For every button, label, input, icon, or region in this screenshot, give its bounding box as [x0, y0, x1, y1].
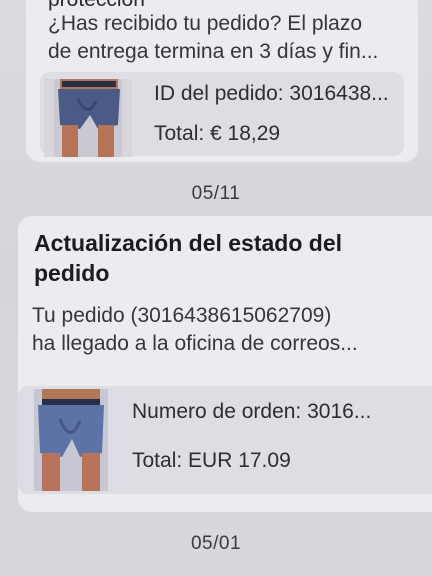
order-id: Numero de orden: 3016...	[132, 400, 372, 423]
message-card[interactable]: protección ¿Has recibido tu pedido? El p…	[26, 0, 418, 162]
message-title: Actualización del estado del pedido	[34, 230, 343, 286]
product-thumbnail-icon	[20, 389, 120, 491]
message-body-line: Tu pedido (3016438615062709)	[32, 304, 332, 327]
chat-screen: protección ¿Has recibido tu pedido? El p…	[0, 0, 432, 576]
message-body-line: ha llegado a la oficina de correos...	[32, 332, 358, 355]
order-id: ID del pedido: 3016438...	[154, 82, 389, 105]
message-body: ¿Has recibido tu pedido? El plazo de ent…	[48, 10, 378, 66]
date-separator: 05/11	[191, 183, 241, 204]
order-summary[interactable]: Numero de orden: 3016... Total: EUR 17.0…	[18, 386, 432, 494]
order-total: Total: EUR 17.09	[132, 449, 291, 472]
product-thumbnail-icon	[44, 79, 132, 157]
order-summary[interactable]: ID del pedido: 3016438... Total: € 18,29	[40, 72, 404, 157]
date-separator: 05/01	[190, 533, 242, 554]
order-total: Total: € 18,29	[154, 122, 281, 145]
message-body-line: ¿Has recibido tu pedido? El plazo	[48, 12, 363, 35]
message-card[interactable]: Actualización del estado del pedido Tu p…	[18, 216, 432, 512]
message-body: Tu pedido (3016438615062709) ha llegado …	[32, 302, 358, 358]
message-body-line: de entrega termina en 3 días y fin...	[48, 40, 379, 63]
